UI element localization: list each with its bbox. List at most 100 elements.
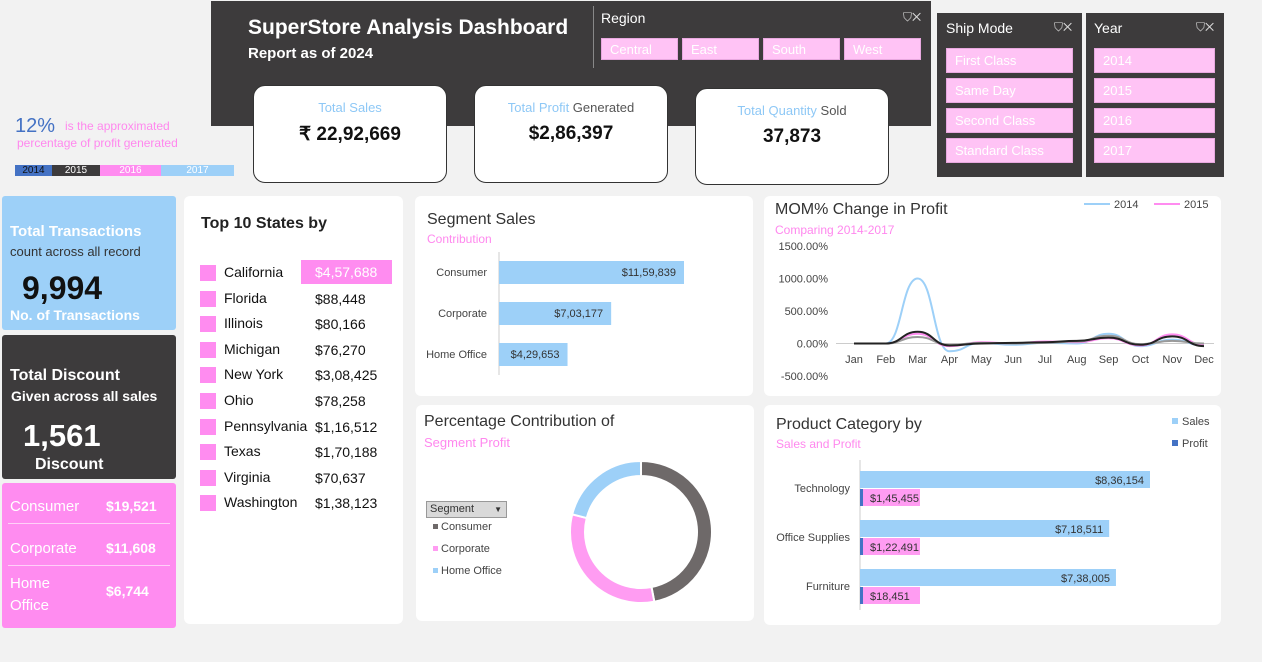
- kpi-total-profit: Total Profit Generated $2,86,397: [474, 85, 668, 183]
- x-tick-label: Feb: [876, 354, 895, 366]
- year-legend-swatch: 2015: [52, 165, 100, 176]
- year-option-2016[interactable]: 2016: [1094, 108, 1215, 133]
- x-tick-label: Mar: [908, 354, 927, 366]
- donut-slice: [569, 513, 656, 604]
- kpi-value: ₹ 22,92,669: [299, 124, 401, 145]
- profit-label: $1,45,455: [870, 493, 919, 505]
- data-label: $7,03,177: [554, 308, 603, 320]
- category-label: Furniture: [806, 581, 850, 593]
- state-name: Texas: [224, 443, 261, 460]
- profit-note-line1: is the approximated: [65, 119, 170, 133]
- x-tick-label: Jul: [1038, 354, 1052, 366]
- ship-mode-option[interactable]: Standard Class: [946, 138, 1073, 163]
- legend-label: Sales: [1182, 416, 1210, 428]
- profit-bar-marker: [860, 587, 863, 604]
- state-marker: [200, 444, 216, 461]
- category-label: Office Supplies: [776, 532, 850, 544]
- top-states-title: Top 10 States by: [201, 215, 327, 232]
- y-tick-label: 1500.00%: [778, 241, 828, 253]
- region-option-central[interactable]: Central: [601, 38, 678, 60]
- mom-chart: 1500.00% 1000.00% 500.00% 0.00% -500.00% Jan F…: [778, 199, 1214, 383]
- legend-swatch: [433, 524, 438, 529]
- state-marker: [200, 418, 216, 435]
- segment-sales-chart: Consumer $11,59,839 Corporate $7,03,177 Home…: [426, 252, 684, 375]
- year-option-2015[interactable]: 2015: [1094, 78, 1215, 103]
- segment-discount-value: $11,608: [106, 540, 156, 556]
- state-name: Ohio: [224, 392, 254, 408]
- y-tick-label: 500.00%: [785, 306, 829, 318]
- state-marker: [200, 265, 216, 281]
- segment-discount-label: Corporate: [10, 540, 77, 557]
- profit-note-line2: percentage of profit generated: [17, 136, 178, 150]
- legend-swatch: [433, 568, 438, 573]
- donut-slice: [640, 459, 713, 603]
- profit-bar-marker: [860, 538, 863, 555]
- region-option-east[interactable]: East: [682, 38, 759, 60]
- transactions-title: Total Transactions: [10, 223, 142, 240]
- x-tick-label: May: [971, 354, 992, 366]
- discount-value: 1,561: [23, 418, 101, 453]
- ship-mode-option[interactable]: Second Class: [946, 108, 1073, 133]
- kpi-value: $2,86,397: [528, 123, 614, 144]
- sales-label: $8,36,154: [1095, 475, 1144, 487]
- state-marker: [200, 393, 216, 409]
- year-option-2017[interactable]: 2017: [1094, 138, 1215, 163]
- state-value: $78,258: [315, 393, 366, 409]
- region-option-west[interactable]: West: [844, 38, 921, 60]
- clear-filter-icon[interactable]: ⛉✕: [1196, 20, 1214, 35]
- ship-mode-option[interactable]: Same Day: [946, 78, 1073, 103]
- state-value: $1,16,512: [315, 418, 378, 435]
- state-value: $4,57,688: [301, 260, 392, 284]
- donut-slice: [571, 459, 642, 520]
- data-label: $11,59,839: [622, 267, 676, 279]
- state-name: Michigan: [224, 340, 281, 357]
- discount-sub: Given across all sales: [11, 388, 158, 404]
- profit-label: $18,451: [870, 591, 910, 603]
- region-divider: [593, 6, 594, 68]
- legend-label: Consumer: [441, 521, 492, 533]
- state-name: Florida: [224, 289, 267, 306]
- kpi-label: Total Quantity: [737, 103, 817, 118]
- legend-swatch: [1172, 440, 1178, 446]
- clear-filter-icon[interactable]: ⛉✕: [903, 10, 921, 25]
- profit-label: $1,22,491: [870, 542, 919, 554]
- discount-title: Total Discount: [10, 367, 120, 384]
- state-name: Pennsylvania: [224, 417, 308, 434]
- profit-bar-marker: [860, 489, 863, 506]
- x-tick-label: Jan: [845, 354, 863, 366]
- state-marker: [200, 495, 216, 512]
- ship-mode-option[interactable]: First Class: [946, 48, 1073, 73]
- year-option-2014[interactable]: 2014: [1094, 48, 1215, 73]
- y-tick-label: -500.00%: [781, 371, 828, 383]
- state-value: $80,166: [315, 316, 366, 333]
- state-value: $88,448: [315, 290, 366, 307]
- state-value: $3,08,425: [315, 367, 378, 384]
- series-line: [854, 277, 1205, 353]
- kpi-total-quantity: Total Quantity Sold 37,873: [695, 88, 889, 185]
- segment-discount-label: Consumer: [10, 498, 80, 515]
- legend-label: 2015: [1184, 199, 1208, 211]
- x-tick-label: Apr: [941, 354, 958, 366]
- kpi-value: 37,873: [762, 126, 822, 147]
- state-name: California: [224, 264, 284, 280]
- transactions-caption: No. of Transactions: [10, 307, 140, 323]
- clear-filter-icon[interactable]: ⛉✕: [1054, 20, 1072, 35]
- x-tick-label: Dec: [1194, 354, 1214, 366]
- segment-discount-label: Home Office: [10, 575, 51, 614]
- dashboard-subtitle: Report as of 2024: [248, 45, 374, 62]
- region-option-south[interactable]: South: [763, 38, 840, 60]
- ship-mode-title: Ship Mode: [946, 20, 1013, 36]
- sales-label: $7,38,005: [1061, 573, 1110, 585]
- x-tick-label: Nov: [1162, 354, 1182, 366]
- state-value: $1,38,123: [315, 495, 378, 512]
- product-chart: $8,36,154 $1,45,455 Technology $7,18,511 $1,…: [776, 416, 1210, 610]
- discount-caption: Discount: [35, 456, 104, 473]
- transactions-sub: count across all record: [10, 244, 141, 259]
- year-slicer-title: Year: [1094, 20, 1123, 36]
- segment-sales-title: Segment Sales: [427, 211, 536, 228]
- legend-label: Home Office: [441, 565, 502, 577]
- profit-percent: 12%: [15, 115, 56, 137]
- data-label: $4,29,653: [511, 349, 560, 361]
- state-value: $76,270: [315, 341, 366, 358]
- x-tick-label: Aug: [1067, 354, 1087, 366]
